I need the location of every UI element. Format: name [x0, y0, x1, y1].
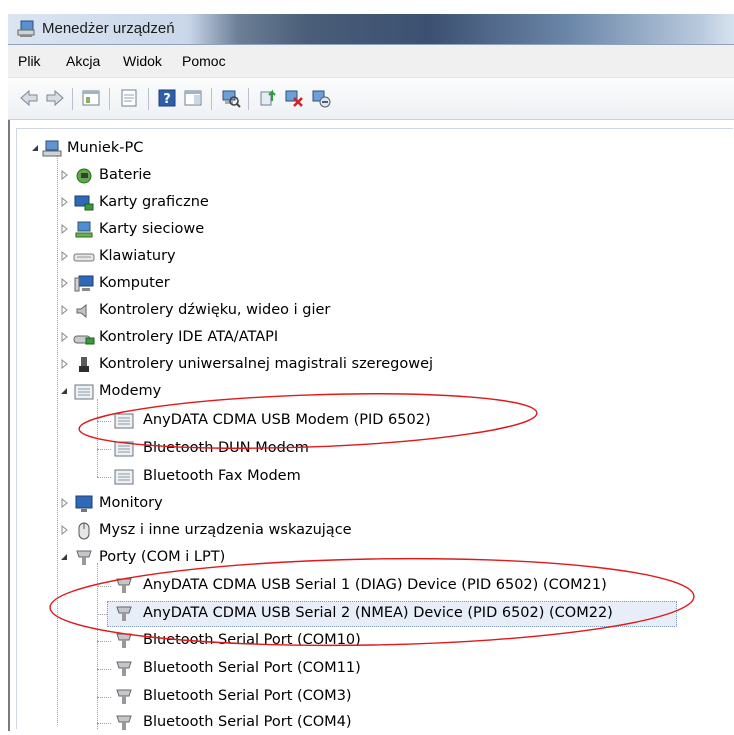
annotation-ellipse-modem [78, 393, 538, 449]
annotation-ellipse-serial-ports [49, 557, 695, 647]
annotation-layer [49, 393, 695, 647]
device-manager-window: Menedżer urządzeń Plik Akcja Widok Pomoc [0, 0, 734, 731]
